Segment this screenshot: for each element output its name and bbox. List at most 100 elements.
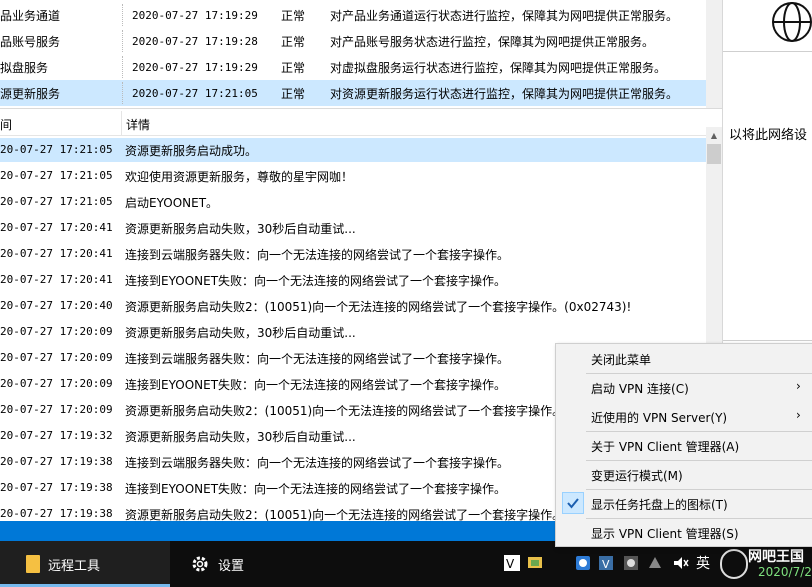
log-detail: 资源更新服务启动失败，30秒后自动重试... (125, 430, 356, 444)
log-row[interactable]: 20-07-27 17:20:41 资源更新服务启动失败，30秒后自动重试... (0, 216, 706, 240)
brand-logo (720, 549, 748, 579)
service-time: 2020-07-27 17:21:05 (132, 86, 258, 100)
log-time: 20-07-27 17:20:09 (0, 325, 113, 338)
log-detail: 资源更新服务启动成功。 (125, 144, 258, 158)
log-time: 20-07-27 17:19:38 (0, 455, 113, 468)
log-row[interactable]: 20-07-27 17:21:05 启动EYOONET。 (0, 190, 706, 214)
log-time: 20-07-27 17:20:09 (0, 377, 113, 390)
menu-item-show-tray-icon[interactable]: 显示任务托盘上的图标(T) (556, 489, 812, 518)
scrollbar-thumb[interactable] (707, 144, 721, 164)
tray-messenger-icon[interactable] (526, 554, 544, 572)
service-description: 对产品业务通道运行状态进行监控，保障其为网吧提供正常服务。 (330, 8, 679, 23)
log-detail: 连接到EYOONET失败：向一个无法连接的网络尝试了一个套接字操作。 (125, 482, 507, 496)
taskbar-app-label: 远程工具 (48, 558, 101, 574)
service-name: 源更新服务 (0, 86, 61, 101)
menu-item-show-manager[interactable]: 显示 VPN Client 管理器(S) (556, 518, 812, 547)
log-time: 20-07-27 17:20:41 (0, 247, 113, 260)
service-description: 对产品账号服务状态进行监控，保障其为网吧提供正常服务。 (330, 34, 655, 49)
folder-icon (26, 555, 40, 573)
service-name: 拟盘服务 (0, 60, 49, 75)
menu-item-change-mode[interactable]: 变更运行模式(M) (556, 460, 812, 489)
service-status: 正常 (281, 8, 306, 23)
log-time: 20-07-27 17:20:09 (0, 403, 113, 416)
log-detail: 资源更新服务启动失败2：(10051)向一个无法连接的网络尝试了一个套接字操作。… (125, 300, 632, 314)
log-detail: 资源更新服务启动失败2：(10051)向一个无法连接的网络尝试了一个套接字操作。 (125, 508, 565, 521)
column-separator (122, 4, 123, 26)
service-description: 对虚拟盘服务运行状态进行监控，保障其为网吧提供正常服务。 (330, 60, 667, 75)
chevron-right-icon: › (796, 408, 801, 422)
column-separator (122, 30, 123, 52)
log-detail: 连接到EYOONET失败：向一个无法连接的网络尝试了一个套接字操作。 (125, 378, 507, 392)
log-row[interactable]: 20-07-27 17:20:09 资源更新服务启动失败，30秒后自动重试... (0, 320, 706, 344)
log-time: 20-07-27 17:20:41 (0, 273, 113, 286)
service-list-scrollbar[interactable] (706, 0, 722, 108)
tray-app-icon[interactable] (646, 554, 664, 572)
log-detail: 启动EYOONET。 (125, 196, 219, 210)
ime-indicator[interactable]: 英 (696, 553, 710, 573)
svg-text:V: V (602, 558, 610, 571)
menu-item-label: 显示 VPN Client 管理器(S) (591, 527, 739, 541)
log-detail: 资源更新服务启动失败，30秒后自动重试... (125, 222, 356, 236)
column-header-time[interactable]: 间 (0, 116, 12, 133)
log-detail: 连接到云端服务器失败：向一个无法连接的网络尝试了一个套接字操作。 (125, 456, 510, 470)
taskbar-app-label: 设置 (218, 558, 245, 574)
tray-app-icon[interactable]: V (503, 554, 521, 572)
log-detail: 连接到云端服务器失败：向一个无法连接的网络尝试了一个套接字操作。 (125, 248, 510, 262)
log-time: 20-07-27 17:21:05 (0, 143, 113, 156)
log-time: 20-07-27 17:19:38 (0, 507, 113, 520)
speaker-icon[interactable] (672, 554, 690, 572)
log-time: 20-07-27 17:20:41 (0, 221, 113, 234)
log-row[interactable]: 20-07-27 17:21:05 欢迎使用资源更新服务，尊敬的星宇网咖！ (0, 164, 706, 188)
checkmark-icon (562, 492, 584, 514)
tray-app-icon[interactable] (622, 554, 640, 572)
service-row[interactable]: 品业务通道 2020-07-27 17:19:29 正常 对产品业务通道运行状态… (0, 2, 706, 28)
svg-text:V: V (506, 557, 515, 571)
log-row[interactable]: 20-07-27 17:20:40 资源更新服务启动失败2：(10051)向一个… (0, 294, 706, 318)
service-time: 2020-07-27 17:19:28 (132, 34, 258, 48)
log-time: 20-07-27 17:19:32 (0, 429, 113, 442)
menu-item-label: 显示任务托盘上的图标(T) (591, 498, 728, 512)
service-row[interactable]: 拟盘服务 2020-07-27 17:19:29 正常 对虚拟盘服务运行状态进行… (0, 54, 706, 80)
clock-date[interactable]: 2020/7/27 (758, 565, 812, 579)
menu-item-label: 启动 VPN 连接(C) (591, 382, 689, 396)
service-status-list: 品业务通道 2020-07-27 17:19:29 正常 对产品业务通道运行状态… (0, 0, 722, 110)
tray-network-icon[interactable] (574, 554, 592, 572)
menu-item-recent-vpn-server[interactable]: 近使用的 VPN Server(Y) › (556, 402, 812, 431)
log-header: 间 详情 (0, 111, 706, 136)
tray-app-icon[interactable]: V (597, 554, 615, 572)
service-row-selected[interactable]: 源更新服务 2020-07-27 17:21:05 正常 对资源更新服务运行状态… (0, 80, 706, 106)
log-time: 20-07-27 17:21:05 (0, 195, 113, 208)
scroll-up-icon[interactable]: ▲ (706, 127, 722, 144)
log-detail: 欢迎使用资源更新服务，尊敬的星宇网咖！ (125, 170, 354, 184)
column-header-detail[interactable]: 详情 (126, 116, 150, 133)
menu-item-close-menu[interactable]: 关闭此菜单 (556, 344, 812, 373)
taskbar-app-remote-tools[interactable]: 远程工具 (0, 541, 170, 587)
service-status: 正常 (281, 34, 306, 49)
gear-icon (192, 556, 208, 572)
globe-icon (772, 2, 812, 42)
menu-item-label: 变更运行模式(M) (591, 469, 683, 483)
menu-item-label: 近使用的 VPN Server(Y) (591, 411, 728, 425)
divider (723, 340, 812, 341)
service-time: 2020-07-27 17:19:29 (132, 8, 258, 22)
log-row[interactable]: 20-07-27 17:20:41 连接到云端服务器失败：向一个无法连接的网络尝… (0, 242, 706, 266)
log-time: 20-07-27 17:20:09 (0, 351, 113, 364)
column-separator[interactable] (121, 111, 122, 136)
column-separator (122, 82, 123, 104)
taskbar-app-settings[interactable]: 设置 (186, 541, 244, 587)
service-status: 正常 (281, 60, 306, 75)
log-row-selected[interactable]: 20-07-27 17:21:05 资源更新服务启动成功。 (0, 138, 706, 162)
right-panel-text: 以将此网络设 (729, 128, 808, 143)
log-row[interactable]: 20-07-27 17:20:41 连接到EYOONET失败：向一个无法连接的网… (0, 268, 706, 292)
service-description: 对资源更新服务运行状态进行监控，保障其为网吧提供正常服务。 (330, 86, 679, 101)
chevron-right-icon: › (796, 379, 801, 393)
menu-item-about[interactable]: 关于 VPN Client 管理器(A) (556, 431, 812, 460)
log-detail: 资源更新服务启动失败，30秒后自动重试... (125, 326, 356, 340)
menu-item-start-vpn[interactable]: 启动 VPN 连接(C) › (556, 373, 812, 402)
log-detail: 资源更新服务启动失败2：(10051)向一个无法连接的网络尝试了一个套接字操作。 (125, 404, 565, 418)
service-row[interactable]: 品账号服务 2020-07-27 17:19:28 正常 对产品账号服务状态进行… (0, 28, 706, 54)
service-time: 2020-07-27 17:19:29 (132, 60, 258, 74)
service-name: 品业务通道 (0, 8, 61, 23)
log-time: 20-07-27 17:21:05 (0, 169, 113, 182)
log-detail: 连接到EYOONET失败：向一个无法连接的网络尝试了一个套接字操作。 (125, 274, 507, 288)
